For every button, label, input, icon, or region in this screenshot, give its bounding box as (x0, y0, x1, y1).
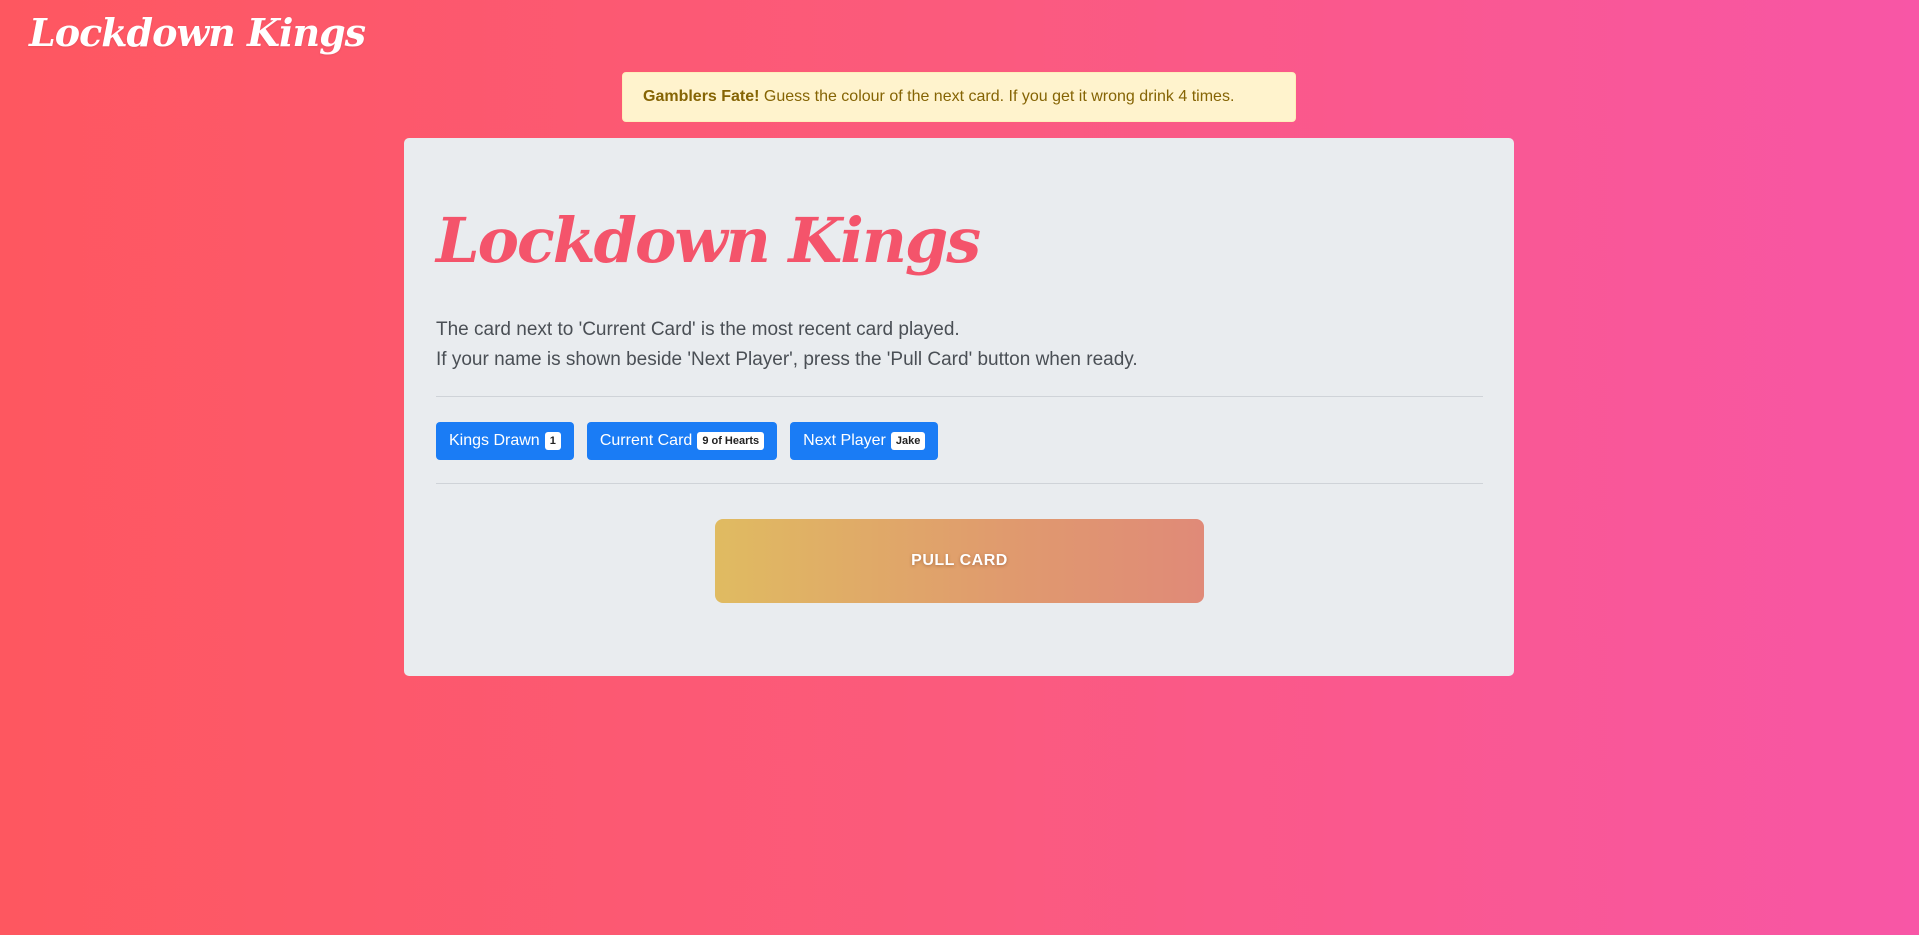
divider-bottom (436, 483, 1483, 484)
divider-top (436, 396, 1483, 397)
kings-drawn-label: Kings Drawn (449, 432, 540, 449)
status-button-row: Kings Drawn 1 Current Card 9 of Hearts N… (436, 422, 939, 460)
current-card-badge: 9 of Hearts (697, 432, 765, 450)
alert-title: Gamblers Fate! (643, 88, 760, 105)
next-player-badge: Jake (890, 432, 926, 450)
current-card-button[interactable]: Current Card 9 of Hearts (586, 422, 778, 460)
instructions-line-1: The card next to 'Current Card' is the m… (436, 319, 960, 340)
alert-message: Guess the colour of the next card. If yo… (759, 88, 1235, 105)
current-card-label: Current Card (599, 432, 693, 449)
gamblers-fate-alert: Gamblers Fate! Guess the colour of the n… (622, 72, 1296, 122)
instructions-line-2: If your name is shown beside 'Next Playe… (436, 349, 1138, 370)
kings-drawn-badge: 1 (544, 432, 561, 450)
next-player-button[interactable]: Next Player Jake (790, 422, 939, 460)
game-panel: Lockdown Kings The card next to 'Current… (404, 138, 1514, 676)
next-player-label: Next Player (803, 432, 886, 449)
page-title: Lockdown Kings (436, 204, 981, 277)
pull-card-button[interactable]: PULL CARD (715, 519, 1204, 603)
navbar-brand[interactable]: Lockdown Kings (29, 10, 366, 55)
kings-drawn-button[interactable]: Kings Drawn 1 (436, 422, 574, 460)
instructions: The card next to 'Current Card' is the m… (436, 315, 1138, 375)
